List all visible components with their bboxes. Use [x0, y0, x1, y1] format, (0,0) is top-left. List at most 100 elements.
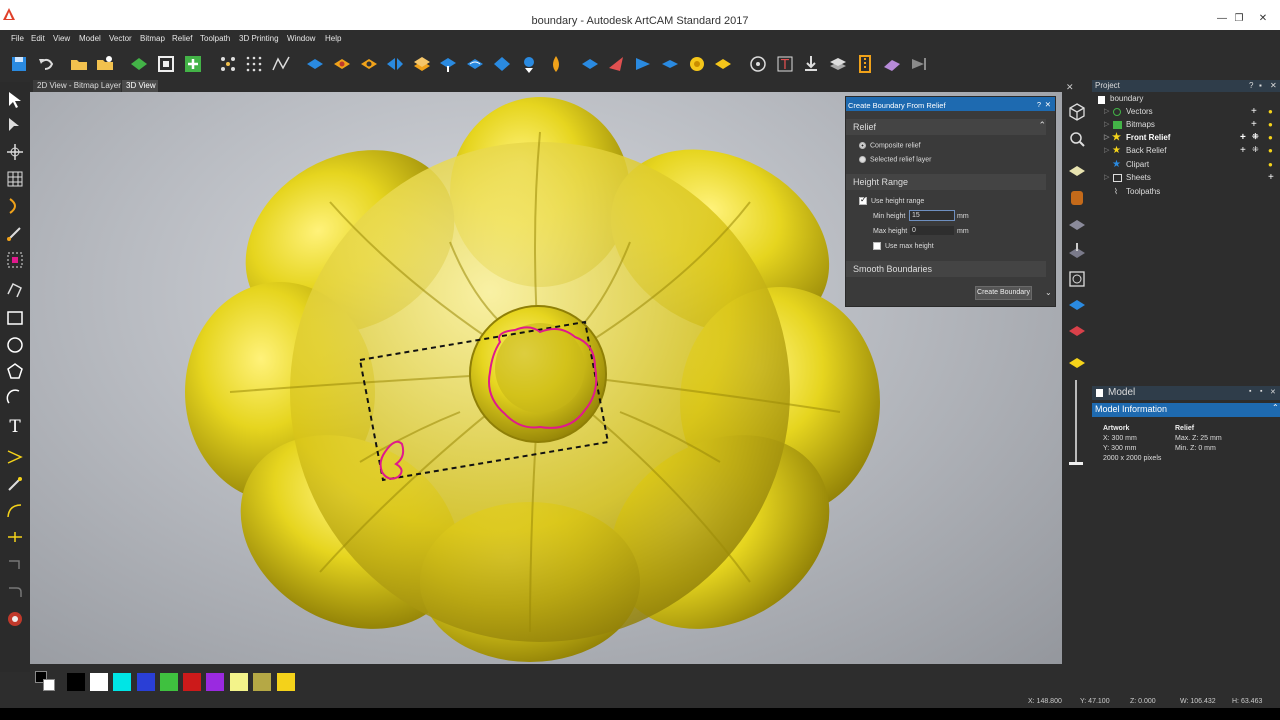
- relief-view-icon[interactable]: [129, 54, 149, 74]
- minimize-button[interactable]: —: [1215, 13, 1229, 25]
- red-relief-icon[interactable]: [1067, 321, 1087, 341]
- open-folder-icon[interactable]: [69, 54, 89, 74]
- clipart-lightbulb-icon[interactable]: ●: [1268, 160, 1273, 169]
- drop-icon[interactable]: [546, 54, 566, 74]
- add-vector-icon[interactable]: +: [1251, 106, 1257, 117]
- selected-layer-option[interactable]: Selected relief layer: [859, 156, 931, 163]
- menu-view[interactable]: View: [53, 34, 70, 43]
- grid-icon[interactable]: [244, 54, 264, 74]
- relief-extrude-icon[interactable]: [438, 54, 458, 74]
- zoom-icon[interactable]: [1067, 129, 1087, 149]
- color-swatch-black[interactable]: [67, 673, 85, 691]
- node-edit-icon[interactable]: [5, 116, 25, 136]
- magic-wand-icon[interactable]: [5, 474, 25, 494]
- use-height-range-checkbox[interactable]: [859, 195, 867, 205]
- simulate-icon[interactable]: [909, 54, 929, 74]
- relief-smooth-icon[interactable]: [492, 54, 512, 74]
- expand-vectors-icon[interactable]: ▷: [1104, 107, 1109, 115]
- expand-down-icon[interactable]: ⌄: [1045, 288, 1052, 297]
- model-minimize-icon[interactable]: ▪: [1260, 388, 1262, 395]
- back-relief-lightbulb-icon[interactable]: ●: [1268, 146, 1273, 155]
- vector-lightbulb-icon[interactable]: ●: [1268, 107, 1273, 116]
- color-swatch-red[interactable]: [183, 673, 201, 691]
- eraser-icon[interactable]: [882, 54, 902, 74]
- back-relief-grid-icon[interactable]: ⁜: [1252, 145, 1259, 154]
- layers-view-icon[interactable]: [1067, 269, 1087, 289]
- text-tool-icon[interactable]: T: [775, 54, 795, 74]
- cube-view-icon[interactable]: [1067, 102, 1087, 122]
- join-icon[interactable]: [5, 527, 25, 547]
- max-height-field[interactable]: 0: [909, 225, 955, 236]
- expand-back-relief-icon[interactable]: ▷: [1104, 146, 1109, 154]
- gold-relief-icon[interactable]: [1067, 353, 1087, 373]
- zip-icon[interactable]: [855, 54, 875, 74]
- collapse-up-icon[interactable]: ⌃: [1038, 120, 1046, 131]
- light-slider-handle[interactable]: [1069, 462, 1083, 465]
- material-block-icon[interactable]: [1067, 188, 1087, 208]
- project-close-icon[interactable]: ✕: [1270, 81, 1277, 90]
- menu-model[interactable]: Model: [79, 34, 101, 43]
- panel-scrollbar[interactable]: [1046, 119, 1054, 279]
- grey-plane-icon[interactable]: [1067, 215, 1087, 235]
- min-height-field[interactable]: 15: [909, 210, 955, 221]
- relief-fade-icon[interactable]: [580, 54, 600, 74]
- toolpath-view-icon[interactable]: [1067, 241, 1087, 261]
- front-relief-grid-icon[interactable]: ⁜: [1252, 132, 1259, 141]
- offset-icon[interactable]: [5, 555, 25, 575]
- curve-icon[interactable]: [5, 501, 25, 521]
- distance-icon[interactable]: [748, 54, 768, 74]
- expand-sheets-icon[interactable]: ▷: [1104, 173, 1109, 181]
- menu-3d-printing[interactable]: 3D Printing: [239, 34, 279, 43]
- color-swatch-blue[interactable]: [137, 673, 155, 691]
- project-pin-icon[interactable]: ▪: [1259, 81, 1262, 90]
- create-boundary-button[interactable]: Create Boundary: [975, 286, 1032, 300]
- add-icon[interactable]: [183, 54, 203, 74]
- brush-icon[interactable]: [5, 223, 25, 243]
- polygon-icon[interactable]: [5, 361, 25, 381]
- circle-icon[interactable]: [5, 335, 25, 355]
- relief-texture-icon[interactable]: [687, 54, 707, 74]
- height-range-header[interactable]: Height Range: [846, 174, 1046, 190]
- project-help-icon[interactable]: ?: [1249, 81, 1253, 90]
- polyline-icon[interactable]: [5, 280, 25, 300]
- color-swatch-cyan[interactable]: [113, 673, 131, 691]
- relief-add-icon[interactable]: [305, 54, 325, 74]
- menu-edit[interactable]: Edit: [31, 34, 45, 43]
- use-height-range-option[interactable]: Use height range: [859, 195, 924, 205]
- relief-split-icon[interactable]: [385, 54, 405, 74]
- menu-help[interactable]: Help: [325, 34, 341, 43]
- relief-angle-icon[interactable]: [633, 54, 653, 74]
- color-swatch-olive[interactable]: [253, 673, 271, 691]
- undo-icon[interactable]: [36, 54, 56, 74]
- relief-sculpt-icon[interactable]: [465, 54, 485, 74]
- toolpath-stack-icon[interactable]: [828, 54, 848, 74]
- relief-merge-high-icon[interactable]: [332, 54, 352, 74]
- curve-nodes-icon[interactable]: [271, 54, 291, 74]
- grid-tool-icon[interactable]: [5, 169, 25, 189]
- menu-toolpath[interactable]: Toolpath: [200, 34, 230, 43]
- model-info-header[interactable]: Model Information ⌃: [1092, 403, 1280, 417]
- arc-icon[interactable]: [5, 387, 25, 407]
- selection-box-icon[interactable]: [5, 250, 25, 270]
- save-icon[interactable]: [9, 54, 29, 74]
- export-icon[interactable]: [801, 54, 821, 74]
- menu-relief[interactable]: Relief: [172, 34, 192, 43]
- relief-layers-icon[interactable]: [412, 54, 432, 74]
- expand-front-relief-icon[interactable]: ▷: [1104, 133, 1109, 141]
- vector-edit-icon[interactable]: [5, 447, 25, 467]
- relief-gold-icon[interactable]: [713, 54, 733, 74]
- model-close-icon[interactable]: ✕: [1270, 388, 1276, 396]
- model-info-collapse-icon[interactable]: ⌃: [1272, 403, 1279, 412]
- selected-layer-radio[interactable]: [859, 156, 866, 163]
- relief-zero-icon[interactable]: [660, 54, 680, 74]
- use-max-height-option[interactable]: Use max height: [873, 242, 934, 250]
- menu-vector[interactable]: Vector: [109, 34, 132, 43]
- add-back-relief-icon[interactable]: +: [1240, 145, 1246, 156]
- relief-section-header[interactable]: Relief ⌃: [846, 119, 1046, 135]
- transform-icon[interactable]: [5, 142, 25, 162]
- add-front-relief-icon[interactable]: +: [1240, 132, 1246, 143]
- color-swatch-green[interactable]: [160, 673, 178, 691]
- use-max-height-checkbox[interactable]: [873, 242, 881, 250]
- color-swatch-light-yellow[interactable]: [230, 673, 248, 691]
- bitmap-lightbulb-icon[interactable]: ●: [1268, 120, 1273, 129]
